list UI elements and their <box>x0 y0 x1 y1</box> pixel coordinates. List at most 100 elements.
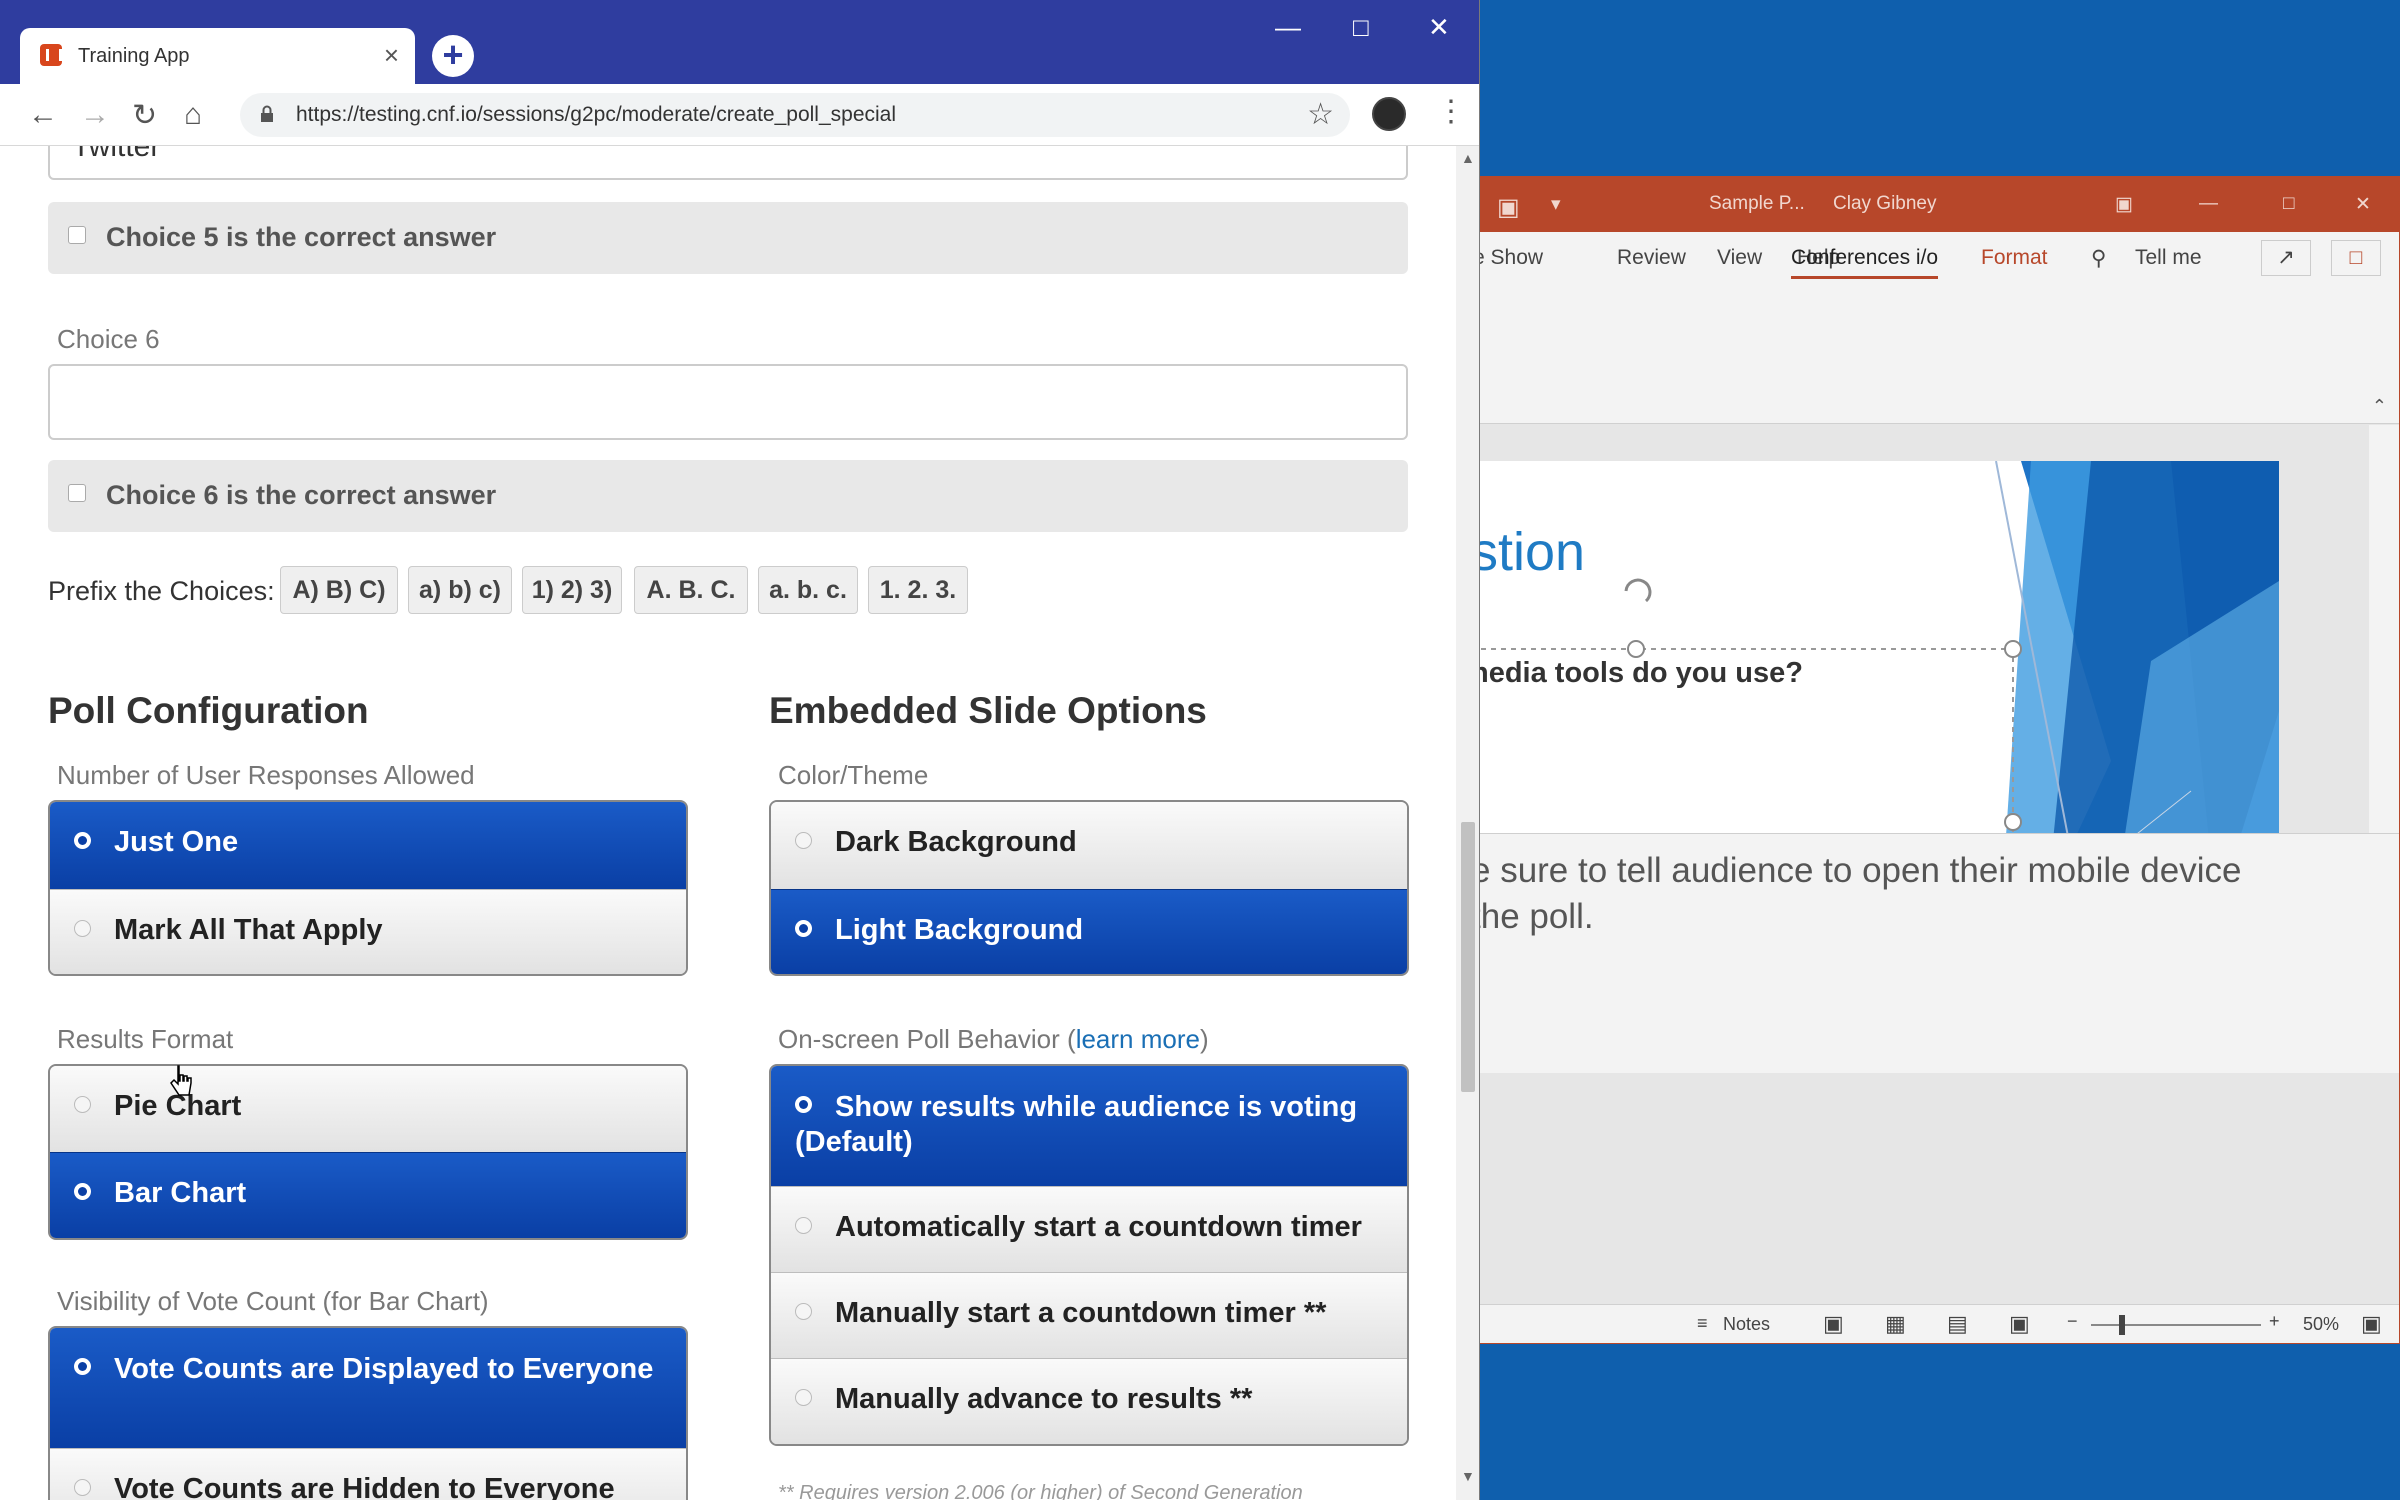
notes-toggle-icon[interactable]: ≡ <box>1697 1313 1708 1334</box>
option-mark-all[interactable]: Mark All That Apply <box>50 889 686 974</box>
choice5-correct-label[interactable]: Choice 5 is the correct answer <box>106 222 496 253</box>
home-icon[interactable]: ⌂ <box>184 98 202 132</box>
notes-toggle-label[interactable]: Notes <box>1723 1314 1770 1335</box>
prefix-button-number-dot[interactable]: 1. 2. 3. <box>868 566 968 614</box>
forward-arrow-icon[interactable]: → <box>80 98 110 132</box>
radio-manual-advance[interactable] <box>795 1389 812 1406</box>
radio-mark-all[interactable] <box>74 920 91 937</box>
tab-conferences-io[interactable]: Conferences i/o <box>1791 246 1939 279</box>
learn-more-link[interactable]: learn more <box>1076 1024 1200 1054</box>
option-manual-countdown[interactable]: Manually start a countdown timer ** <box>771 1272 1407 1358</box>
fit-to-window-icon[interactable]: ▣ <box>2361 1311 2382 1337</box>
prefix-button-upper-paren[interactable]: A) B) C) <box>280 566 398 614</box>
slide-title[interactable]: stion <box>1471 521 1585 583</box>
zoom-slider[interactable] <box>2091 1324 2261 1326</box>
option-label: Vote Counts are Displayed to Everyone <box>114 1353 654 1385</box>
ppt-title-bar: ▣ ▾ Sample P... Clay Gibney ▣ — □ ✕ <box>1471 177 2399 232</box>
share-icon[interactable]: ↗ <box>2261 240 2311 276</box>
option-bar-chart[interactable]: Bar Chart <box>50 1152 686 1238</box>
normal-view-icon[interactable]: ▣ <box>1823 1311 1844 1337</box>
collapse-ribbon-icon[interactable]: ⌃ <box>2372 396 2387 417</box>
qat-dropdown-icon[interactable]: ▾ <box>1551 193 1561 216</box>
embedded-slide-options-heading: Embedded Slide Options <box>769 690 1207 731</box>
scroll-down-icon[interactable]: ▼ <box>1461 1468 1475 1484</box>
choice5-input[interactable]: Twitter <box>48 146 1408 180</box>
poll-behavior-radio-group: Show results while audience is voting (D… <box>769 1064 1409 1446</box>
choice6-correct-row[interactable]: Choice 6 is the correct answer <box>48 460 1408 532</box>
tell-me-label[interactable]: Tell me <box>2135 246 2202 270</box>
choice5-correct-row[interactable]: Choice 5 is the correct answer <box>48 202 1408 274</box>
tab-review[interactable]: Review <box>1617 246 1686 270</box>
ppt-user-name[interactable]: Clay Gibney <box>1833 193 1937 215</box>
zoom-slider-thumb[interactable] <box>2119 1315 2125 1335</box>
search-icon[interactable]: ⚲ <box>2091 246 2106 271</box>
ribbon-display-icon[interactable]: ▣ <box>2115 193 2133 216</box>
choice6-correct-label[interactable]: Choice 6 is the correct answer <box>106 480 496 511</box>
comments-icon[interactable]: □ <box>2331 240 2381 276</box>
scroll-up-icon[interactable]: ▲ <box>1461 150 1475 166</box>
slide-question-text[interactable]: nedia tools do you use? <box>1471 657 1803 690</box>
scrollbar-thumb[interactable] <box>1461 822 1475 1092</box>
powerpoint-window: ▣ ▾ Sample P... Clay Gibney ▣ — □ ✕ e Sh… <box>1470 176 2400 1344</box>
slideshow-view-icon[interactable]: ▣ <box>2009 1311 2030 1337</box>
address-bar[interactable]: https://testing.cnf.io/sessions/g2pc/mod… <box>240 93 1350 137</box>
option-vote-counts-displayed[interactable]: Vote Counts are Displayed to Everyone <box>50 1328 686 1448</box>
zoom-in-icon[interactable]: + <box>2269 1311 2280 1332</box>
radio-just-one[interactable] <box>74 832 91 849</box>
ppt-close-icon[interactable]: ✕ <box>2355 193 2371 216</box>
ppt-minimize-icon[interactable]: — <box>2199 193 2218 215</box>
option-auto-countdown[interactable]: Automatically start a countdown timer <box>771 1186 1407 1272</box>
prefix-button-upper-dot[interactable]: A. B. C. <box>634 566 748 614</box>
choice5-correct-checkbox[interactable] <box>68 226 86 244</box>
tab-format[interactable]: Format <box>1981 246 2048 270</box>
bookmark-star-icon[interactable]: ☆ <box>1307 97 1334 132</box>
option-dark-background[interactable]: Dark Background <box>771 802 1407 889</box>
browser-tab-title: Training App <box>78 45 190 67</box>
option-label: Dark Background <box>835 826 1077 858</box>
prefix-button-number-paren[interactable]: 1) 2) 3) <box>522 566 622 614</box>
radio-auto-countdown[interactable] <box>795 1217 812 1234</box>
back-arrow-icon[interactable]: ← <box>28 98 58 132</box>
option-light-background[interactable]: Light Background <box>771 889 1407 974</box>
reading-view-icon[interactable]: ▤ <box>1947 1311 1968 1337</box>
theme-radio-group: Dark Background Light Background <box>769 800 1409 976</box>
minimize-icon[interactable]: — <box>1275 12 1301 43</box>
option-pie-chart[interactable]: Pie Chart <box>50 1066 686 1152</box>
radio-pie-chart[interactable] <box>74 1096 91 1113</box>
tab-slide-show[interactable]: e Show <box>1473 246 1543 270</box>
browser-tab[interactable]: Training App × <box>20 28 415 84</box>
maximize-icon[interactable]: □ <box>1353 12 1369 43</box>
ppt-maximize-icon[interactable]: □ <box>2283 193 2294 215</box>
radio-vote-counts-hidden[interactable] <box>74 1479 91 1496</box>
browser-menu-icon[interactable]: ⋮ <box>1436 94 1466 129</box>
tab-view[interactable]: View <box>1717 246 1762 270</box>
option-manual-advance[interactable]: Manually advance to results ** <box>771 1358 1407 1444</box>
option-label: Vote Counts are Hidden to Everyone <box>114 1473 615 1500</box>
profile-avatar[interactable] <box>1372 97 1406 131</box>
tab-close-icon[interactable]: × <box>384 40 399 71</box>
radio-manual-countdown[interactable] <box>795 1303 812 1320</box>
radio-light-background[interactable] <box>795 920 812 937</box>
choice6-correct-checkbox[interactable] <box>68 484 86 502</box>
browser-toolbar: ← → ↻ ⌂ https://testing.cnf.io/sessions/… <box>0 84 1479 146</box>
url-text[interactable]: https://testing.cnf.io/sessions/g2pc/mod… <box>296 103 896 127</box>
prefix-button-lower-dot[interactable]: a. b. c. <box>758 566 858 614</box>
option-label: Light Background <box>835 914 1084 946</box>
zoom-out-icon[interactable]: − <box>2067 1311 2078 1332</box>
radio-dark-background[interactable] <box>795 832 812 849</box>
prefix-button-lower-paren[interactable]: a) b) c) <box>408 566 512 614</box>
present-icon[interactable]: ▣ <box>1497 193 1520 222</box>
window-close-icon[interactable]: ✕ <box>1428 12 1450 43</box>
choice6-input[interactable] <box>48 364 1408 440</box>
page-scrollbar[interactable]: ▲ ▼ <box>1456 146 1479 1500</box>
radio-bar-chart[interactable] <box>74 1183 91 1200</box>
option-vote-counts-hidden[interactable]: Vote Counts are Hidden to Everyone <box>50 1448 686 1500</box>
browser-window: Training App × + — □ ✕ ← → ↻ ⌂ https://t… <box>0 0 1480 1500</box>
slide-sorter-icon[interactable]: ▦ <box>1885 1311 1906 1337</box>
reload-icon[interactable]: ↻ <box>132 98 157 133</box>
zoom-level[interactable]: 50% <box>2303 1314 2339 1335</box>
option-just-one[interactable]: Just One <box>50 802 686 889</box>
option-show-results-while-voting[interactable]: Show results while audience is voting (D… <box>771 1066 1407 1186</box>
new-tab-icon[interactable]: + <box>432 35 474 77</box>
ppt-notes-pane[interactable]: e sure to tell audience to open their mo… <box>1471 833 2399 1073</box>
